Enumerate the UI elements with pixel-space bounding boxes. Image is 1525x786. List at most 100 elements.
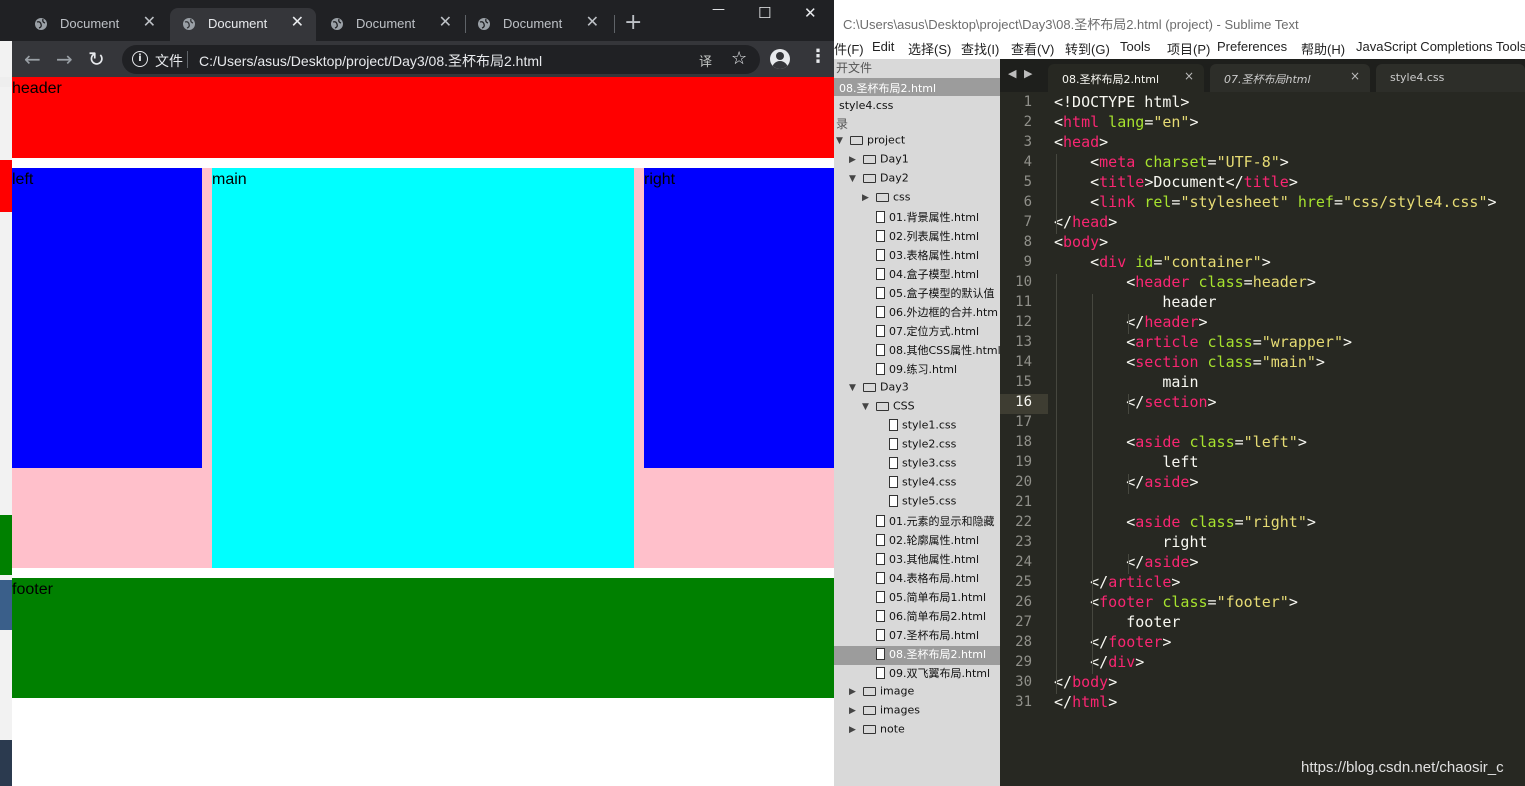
reload-icon[interactable]: ↻ — [88, 47, 105, 71]
sidebar-folder-item[interactable]: ▶ image — [834, 684, 1000, 703]
code-token: class — [1180, 433, 1235, 451]
tab-title: Document — [503, 16, 563, 31]
open-file-item[interactable]: 08.圣杯布局2.html — [834, 78, 1000, 96]
sidebar-file-item[interactable]: 06.外边框的合并.htm — [834, 304, 1000, 323]
sidebar-folder-item[interactable]: ▼ Day3 — [834, 380, 1000, 399]
maximize-button[interactable]: ☐ — [758, 4, 771, 22]
browser-tab[interactable]: Document ✕ — [465, 8, 611, 41]
sidebar-file-item[interactable]: 09.练习.html — [834, 361, 1000, 380]
browser-tab[interactable]: Document ✕ — [22, 8, 168, 41]
code-token: > — [1306, 513, 1316, 531]
sidebar-folder-item[interactable]: ▶ Day1 — [834, 152, 1000, 171]
menu-item[interactable]: 件(F) — [834, 39, 864, 58]
menu-item[interactable]: 选择(S) — [908, 39, 951, 58]
line-number: 14 — [1015, 354, 1032, 370]
browser-tab-active[interactable]: Document ✕ — [170, 8, 316, 41]
sidebar-file-item[interactable]: 03.其他属性.html — [834, 551, 1000, 570]
editor-tab[interactable]: 07.圣杯布局html × — [1210, 64, 1370, 92]
sidebar-file-item[interactable]: style2.css — [834, 437, 1000, 456]
expand-arrow-icon[interactable]: ▼ — [836, 136, 850, 146]
sidebar-folder-item[interactable]: ▶ images — [834, 703, 1000, 722]
sidebar-file-item[interactable]: 07.圣杯布局.html — [834, 627, 1000, 646]
forward-arrow-icon[interactable]: → — [56, 47, 73, 71]
sidebar-file-item[interactable]: 02.轮廓属性.html — [834, 532, 1000, 551]
menu-item[interactable]: Tools — [1120, 39, 1150, 54]
sidebar-folder-item[interactable]: ▼ project — [834, 133, 1000, 152]
menu-item[interactable]: Edit — [872, 39, 894, 54]
tab-close-icon[interactable]: × — [1350, 69, 1360, 83]
collapse-arrow-icon[interactable]: ▶ — [849, 155, 863, 165]
url-text[interactable]: C:/Users/asus/Desktop/project/Day3/08.圣杯… — [199, 51, 542, 71]
menu-item[interactable]: 帮助(H) — [1301, 39, 1345, 58]
editor-tab[interactable]: style4.css — [1376, 64, 1525, 92]
sidebar-file-item[interactable]: 08.其他CSS属性.html — [834, 342, 1001, 361]
expand-arrow-icon[interactable]: ▼ — [849, 174, 863, 184]
chrome-menu-icon[interactable]: ⋮ — [809, 46, 827, 67]
sidebar-file-item[interactable]: style1.css — [834, 418, 1000, 437]
address-bar[interactable]: i 文件 C:/Users/asus/Desktop/project/Day3/… — [122, 45, 760, 74]
open-file-item[interactable]: style4.css — [834, 97, 1000, 115]
tab-prev-icon[interactable]: ◀ — [1008, 67, 1016, 80]
expand-arrow-icon[interactable]: ▼ — [849, 383, 863, 393]
sidebar-file-item[interactable]: 04.表格布局.html — [834, 570, 1000, 589]
code-token: </ — [1054, 573, 1109, 591]
sidebar-file-item[interactable]: style5.css — [834, 494, 1000, 513]
tab-close-icon[interactable]: ✕ — [586, 14, 599, 30]
menu-item[interactable]: 查找(I) — [961, 39, 999, 58]
sidebar-file-item[interactable]: 04.盒子模型.html — [834, 266, 1000, 285]
sidebar-folder-item[interactable]: ▶ note — [834, 722, 1000, 741]
tab-next-icon[interactable]: ▶ — [1024, 67, 1032, 80]
tab-close-icon[interactable]: × — [1184, 69, 1194, 83]
collapse-arrow-icon[interactable]: ▶ — [849, 706, 863, 716]
sidebar-file-item[interactable]: 01.背景属性.html — [834, 209, 1000, 228]
editor-tab-active[interactable]: 08.圣杯布局2.html × — [1048, 64, 1204, 92]
scheme-label: 文件 — [155, 54, 183, 70]
sidebar-folder-item[interactable]: ▼ Day2 — [834, 171, 1000, 190]
minimize-button[interactable]: — — [712, 2, 725, 17]
code-token: class — [1198, 333, 1253, 351]
sidebar-file-item[interactable]: 01.元素的显示和隐藏 — [834, 513, 1000, 532]
sidebar-file-item[interactable]: 05.盒子模型的默认值 — [834, 285, 1000, 304]
sidebar-file-item[interactable]: 08.圣杯布局2.html — [834, 646, 1000, 665]
tab-close-icon[interactable]: ✕ — [291, 14, 304, 30]
collapse-arrow-icon[interactable]: ▶ — [849, 687, 863, 697]
menu-item[interactable]: JavaScript Completions Tools — [1356, 39, 1525, 54]
bookmark-star-icon[interactable]: ☆ — [731, 48, 747, 69]
sidebar-file-item[interactable]: style3.css — [834, 456, 1000, 475]
sidebar-file-item[interactable]: 07.定位方式.html — [834, 323, 1000, 342]
close-window-button[interactable]: ✕ — [804, 4, 817, 22]
sidebar-file-item[interactable]: 03.表格属性.html — [834, 247, 1000, 266]
sidebar-file-item[interactable]: 09.双飞翼布局.html — [834, 665, 1000, 684]
expand-arrow-icon[interactable]: ▼ — [862, 402, 876, 412]
info-icon[interactable]: i — [132, 51, 148, 67]
sidebar-file-item[interactable]: style4.css — [834, 475, 1000, 494]
file-icon — [889, 419, 898, 431]
menu-item[interactable]: Preferences — [1217, 39, 1287, 54]
collapse-arrow-icon[interactable]: ▶ — [862, 193, 876, 203]
watermark-text: https://blog.csdn.net/chaosir_c — [1301, 759, 1504, 776]
sidebar-folder-item[interactable]: ▼ CSS — [834, 399, 1000, 418]
code-line: </div> — [1054, 653, 1144, 671]
code-token: "container" — [1162, 253, 1262, 271]
menu-item[interactable]: 查看(V) — [1011, 39, 1054, 58]
sidebar-file-item[interactable]: 05.简单布局1.html — [834, 589, 1000, 608]
tab-close-icon[interactable]: ✕ — [143, 14, 156, 30]
back-arrow-icon[interactable]: ← — [24, 47, 41, 71]
file-icon — [876, 306, 885, 318]
sidebar-file-item[interactable]: 02.列表属性.html — [834, 228, 1000, 247]
line-number: 15 — [1015, 374, 1032, 390]
tab-close-icon[interactable]: ✕ — [439, 14, 452, 30]
sidebar-folder-item[interactable]: ▶ css — [834, 190, 1000, 209]
menu-item[interactable]: 项目(P) — [1167, 39, 1210, 58]
browser-tab[interactable]: Document ✕ — [318, 8, 464, 41]
new-tab-button[interactable]: + — [624, 12, 642, 34]
menu-item[interactable]: 转到(G) — [1065, 39, 1110, 58]
translate-icon[interactable]: 译 — [699, 51, 712, 70]
chrome-tab-strip: Document ✕ Document ✕ Document ✕ Documen… — [12, 0, 834, 41]
profile-avatar-icon[interactable] — [770, 49, 790, 69]
sidebar-file-item[interactable]: 06.简单布局2.html — [834, 608, 1000, 627]
code-editor[interactable]: 1 2 3 4 5 6 7 8 9 10 11 12 13 14 15 16 17 18 19 20 21 22 23 24 2… — [1000, 92, 1525, 786]
page-wrapper-block: left main right — [12, 168, 834, 568]
collapse-arrow-icon[interactable]: ▶ — [849, 725, 863, 735]
indent-guide — [1128, 554, 1129, 574]
